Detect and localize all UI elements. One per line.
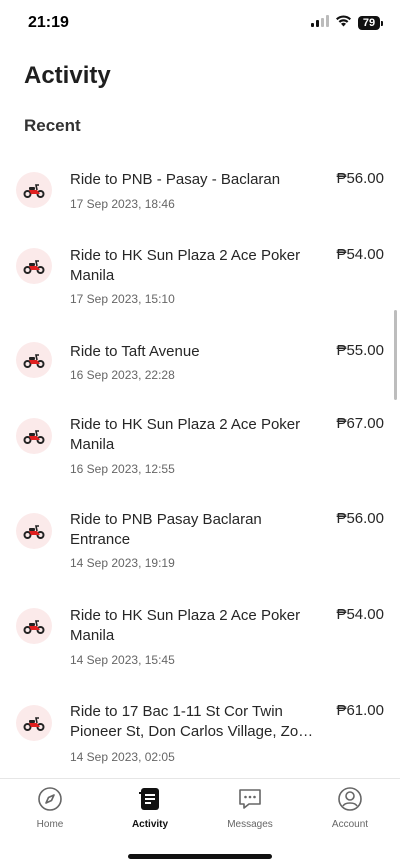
scooter-icon: [16, 172, 52, 208]
wifi-icon: [335, 14, 352, 32]
home-indicator: [128, 854, 272, 859]
ride-amount: ₱61.00: [336, 702, 384, 719]
chat-icon: [236, 785, 264, 813]
tab-label: Account: [331, 819, 369, 830]
bottom-tab-bar: Home Activity Messages Account: [0, 778, 400, 865]
tab-home[interactable]: Home: [0, 785, 100, 839]
status-time: 21:19: [28, 14, 69, 31]
ride-title: Ride to 17 Bac 1-11 St Cor Twin Pioneer …: [70, 703, 315, 740]
ride-list-item[interactable]: Ride to HK Sun Plaza 2 Ace Poker Manila …: [0, 410, 400, 500]
ride-date: 16 Sep 2023, 12:55: [70, 462, 175, 476]
tab-activity[interactable]: Activity: [100, 785, 200, 839]
ride-list-item[interactable]: Ride to PNB Pasay Baclaran Entrance ₱56.…: [0, 505, 400, 595]
status-bar: 21:19 79: [0, 0, 400, 44]
battery-indicator: 79: [358, 16, 383, 30]
ride-date: 16 Sep 2023, 22:28: [70, 368, 175, 382]
scooter-icon: [16, 248, 52, 284]
ride-date: 17 Sep 2023, 15:10: [70, 292, 175, 306]
ride-date: 14 Sep 2023, 15:45: [70, 653, 175, 667]
ride-amount: ₱56.00: [336, 170, 384, 187]
ride-title: Ride to PNB - Pasay - Baclaran: [70, 171, 281, 188]
ride-amount: ₱54.00: [336, 606, 384, 623]
ride-title: Ride to HK Sun Plaza 2 Ace Poker Manila: [70, 607, 301, 644]
tab-label: Activity: [131, 819, 169, 830]
scooter-icon: [16, 513, 52, 549]
compass-icon: [36, 785, 64, 813]
scooter-icon: [16, 705, 52, 741]
ride-title: Ride to HK Sun Plaza 2 Ace Poker Manila: [70, 247, 301, 284]
ride-date: 14 Sep 2023, 19:19: [70, 556, 175, 570]
ride-amount: ₱67.00: [336, 415, 384, 432]
status-icons: 79: [311, 14, 383, 32]
tab-messages[interactable]: Messages: [200, 785, 300, 839]
person-icon: [336, 785, 364, 813]
ride-date: 14 Sep 2023, 02:05: [70, 750, 175, 764]
ride-amount: ₱56.00: [336, 510, 384, 527]
receipt-icon: [136, 785, 164, 813]
ride-date: 17 Sep 2023, 18:46: [70, 197, 175, 211]
ride-amount: ₱54.00: [336, 246, 384, 263]
ride-list-item[interactable]: Ride to PNB - Pasay - Baclaran ₱56.00 17…: [0, 150, 400, 240]
ride-title: Ride to Taft Avenue: [70, 343, 200, 360]
ride-amount: ₱55.00: [336, 342, 384, 359]
ride-list-item[interactable]: Ride to HK Sun Plaza 2 Ace Poker Manila …: [0, 602, 400, 692]
scrollbar[interactable]: [394, 310, 397, 400]
ride-title: Ride to HK Sun Plaza 2 Ace Poker Manila: [70, 416, 301, 453]
activity-list[interactable]: Ride to PNB - Pasay - Baclaran ₱56.00 17…: [0, 150, 400, 778]
ride-list-item[interactable]: Ride to 17 Bac 1-11 St Cor Twin Pioneer …: [0, 698, 400, 778]
ride-title: Ride to PNB Pasay Baclaran Entrance: [70, 511, 262, 548]
tab-label: Home: [36, 819, 64, 830]
tab-account[interactable]: Account: [300, 785, 400, 839]
scooter-icon: [16, 418, 52, 454]
scooter-icon: [16, 342, 52, 378]
page-title: Activity: [24, 62, 111, 89]
section-title: Recent: [24, 116, 81, 135]
scooter-icon: [16, 608, 52, 644]
ride-list-item[interactable]: Ride to Taft Avenue ₱55.00 16 Sep 2023, …: [0, 330, 400, 420]
signal-icon: [311, 14, 329, 32]
ride-list-item[interactable]: Ride to HK Sun Plaza 2 Ace Poker Manila …: [0, 240, 400, 330]
tab-label: Messages: [227, 819, 273, 830]
